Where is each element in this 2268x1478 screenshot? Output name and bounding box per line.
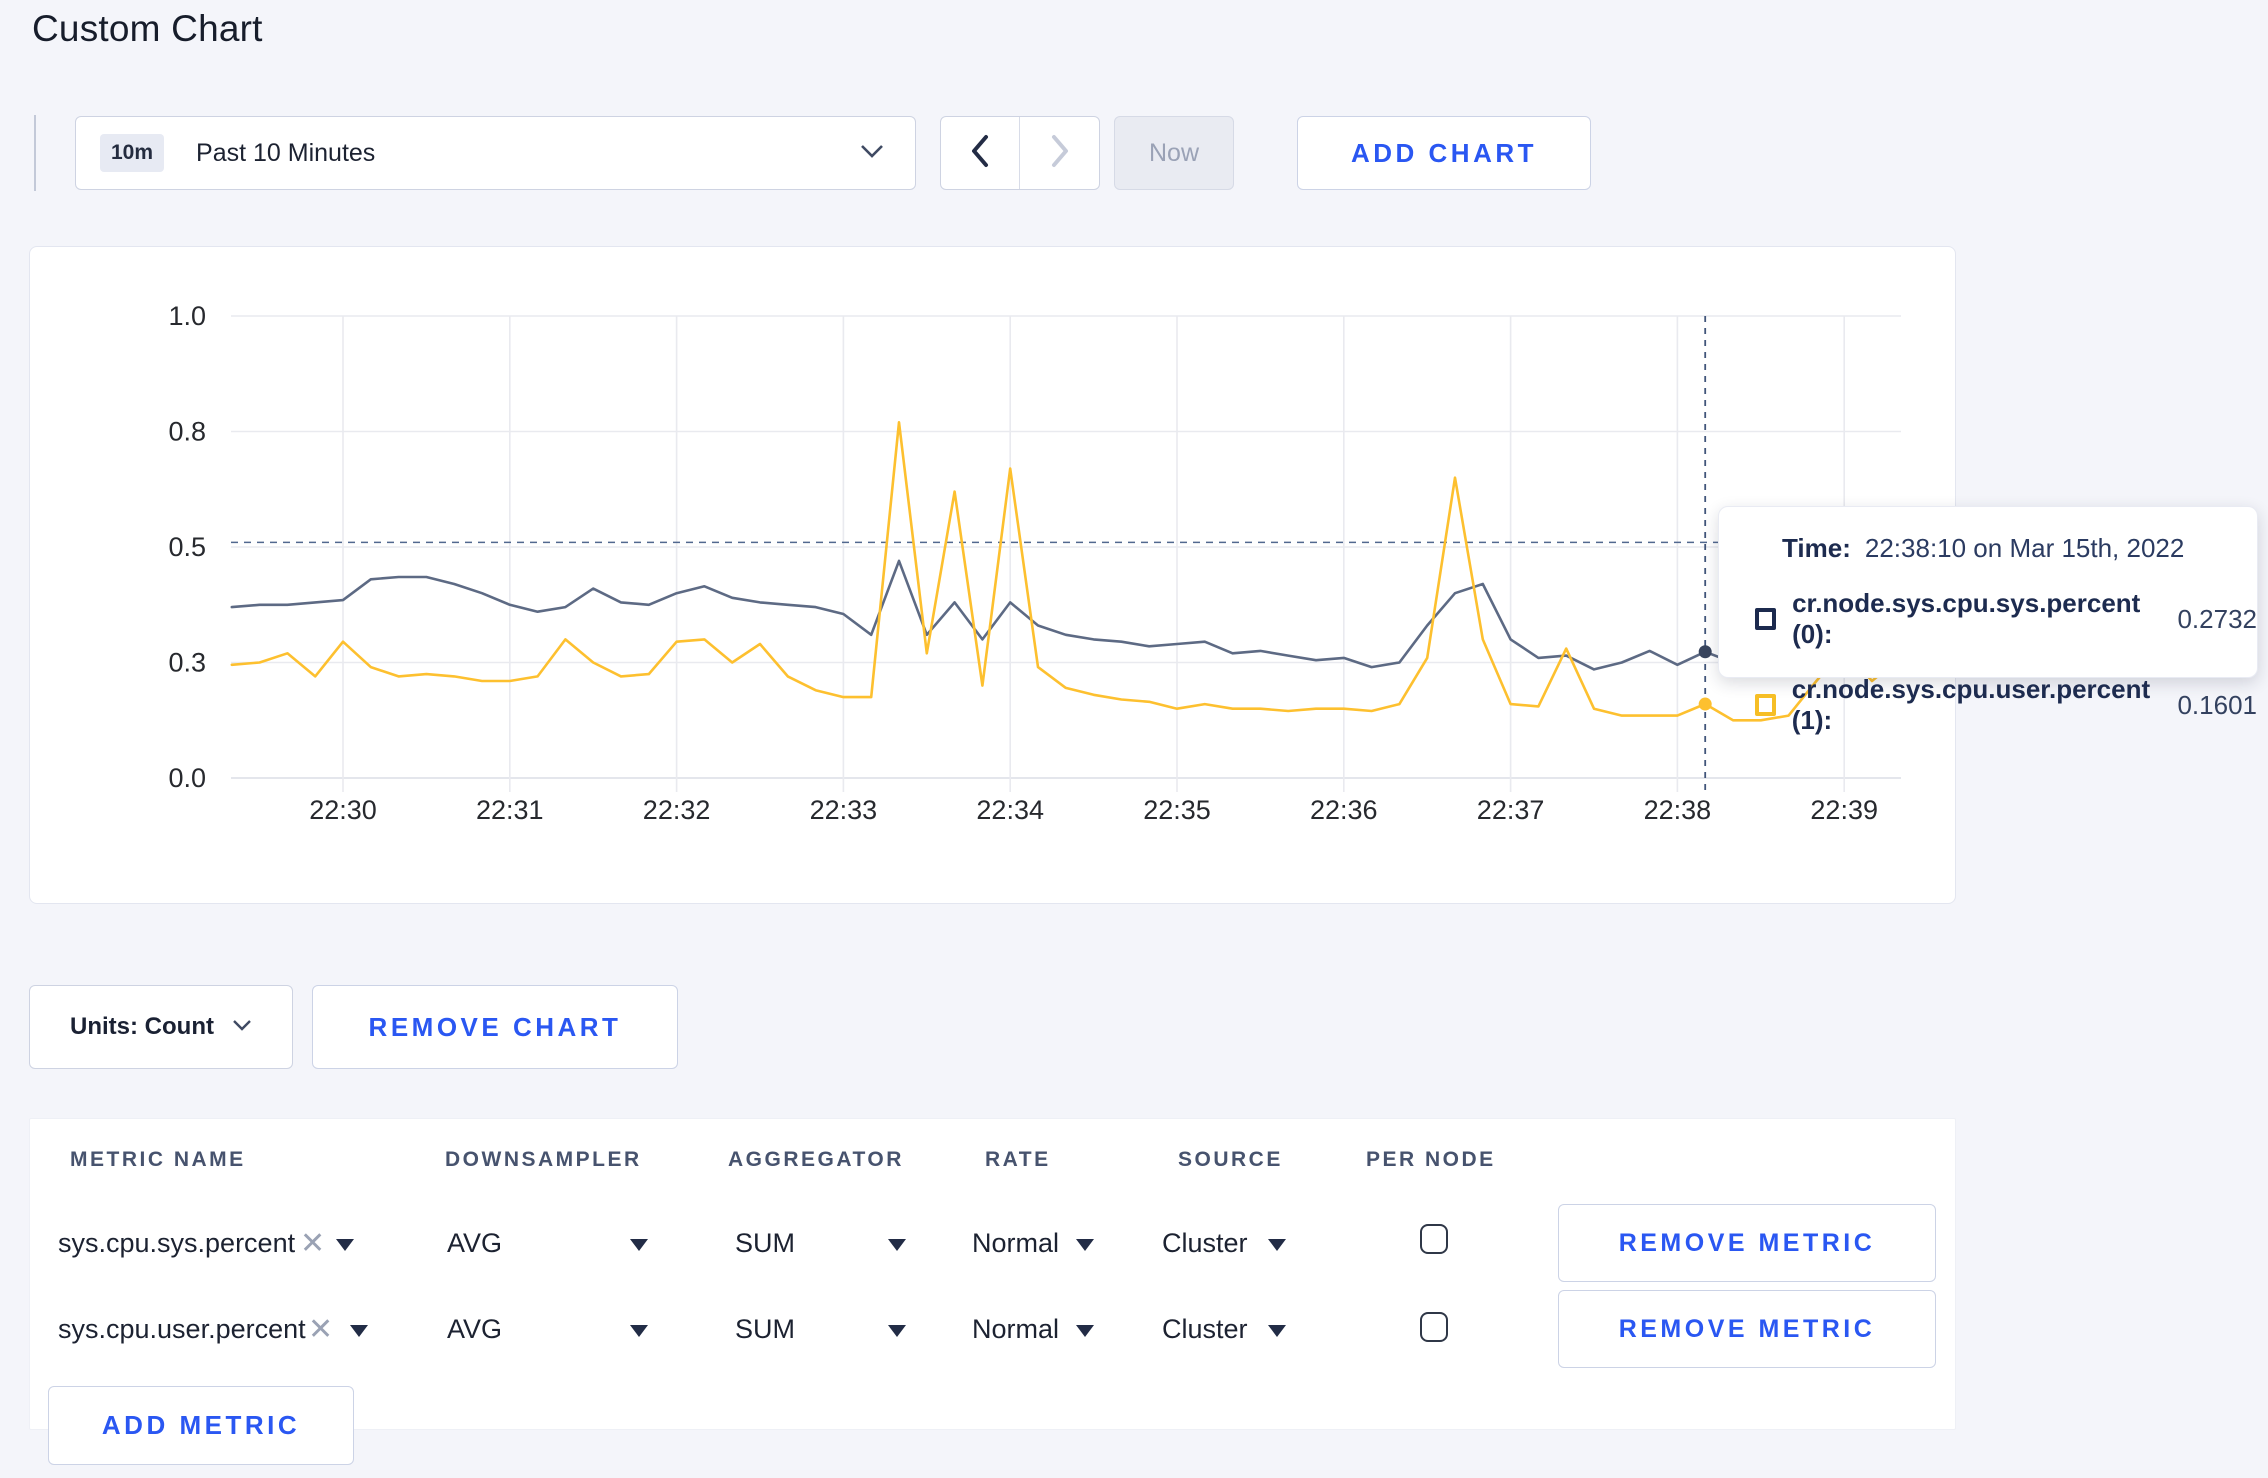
chart-hover-tooltip: Time: 22:38:10 on Mar 15th, 2022 cr.node.… [1718, 506, 2258, 735]
remove-metric-button[interactable]: REMOVE METRIC [1558, 1204, 1936, 1282]
svg-text:22:35: 22:35 [1143, 795, 1211, 825]
svg-text:0.5: 0.5 [168, 532, 206, 562]
metric-dropdown-caret-icon[interactable] [350, 1325, 368, 1337]
svg-text:22:31: 22:31 [476, 795, 544, 825]
rate-caret-icon[interactable] [1076, 1325, 1094, 1337]
time-window-dropdown[interactable]: 10m Past 10 Minutes [75, 116, 916, 190]
toolbar-left-rule [34, 115, 36, 191]
add-chart-button[interactable]: ADD CHART [1297, 116, 1591, 190]
rate-caret-icon[interactable] [1076, 1239, 1094, 1251]
page-title: Custom Chart [32, 8, 263, 49]
prev-time-button[interactable] [941, 117, 1020, 189]
svg-text:22:38: 22:38 [1644, 795, 1712, 825]
series-swatch-icon [1755, 694, 1776, 716]
svg-text:22:34: 22:34 [976, 795, 1044, 825]
chart-card: 0.0 0.3 0.5 0.8 1.0 22:30 22:31 22:32 22:33 22:34… [29, 246, 1956, 904]
time-pager [940, 116, 1100, 190]
chevron-down-icon [232, 1018, 252, 1037]
add-metric-button[interactable]: ADD METRIC [48, 1386, 354, 1465]
rate-select[interactable]: Normal [972, 1228, 1059, 1259]
aggregator-select[interactable]: SUM [735, 1314, 795, 1345]
time-window-label: Past 10 Minutes [196, 138, 376, 167]
tooltip-series-row: cr.node.sys.cpu.sys.percent (0): 0.2732 [1755, 588, 2257, 650]
remove-metric-button[interactable]: REMOVE METRIC [1558, 1290, 1936, 1368]
next-time-button[interactable] [1020, 117, 1099, 189]
svg-text:22:39: 22:39 [1810, 795, 1878, 825]
downsampler-select[interactable]: AVG [447, 1228, 502, 1259]
col-header-per-node: PER NODE [1366, 1148, 1496, 1171]
source-caret-icon[interactable] [1268, 1239, 1286, 1251]
svg-text:0.3: 0.3 [168, 648, 206, 678]
col-header-downsampler: DOWNSAMPLER [445, 1148, 642, 1171]
source-select[interactable]: Cluster [1162, 1314, 1248, 1345]
metric-name-value[interactable]: sys.cpu.sys.percent [58, 1228, 295, 1259]
now-button[interactable]: Now [1114, 116, 1234, 190]
rate-select[interactable]: Normal [972, 1314, 1059, 1345]
svg-text:22:36: 22:36 [1310, 795, 1378, 825]
aggregator-caret-icon[interactable] [888, 1325, 906, 1337]
units-label: Units: Count [70, 1013, 214, 1040]
col-header-aggregator: AGGREGATOR [728, 1148, 904, 1171]
per-node-checkbox[interactable] [1420, 1224, 1448, 1254]
svg-text:22:37: 22:37 [1477, 795, 1545, 825]
source-select[interactable]: Cluster [1162, 1228, 1248, 1259]
per-node-checkbox[interactable] [1420, 1312, 1448, 1342]
chevron-left-icon [969, 134, 991, 173]
downsampler-select[interactable]: AVG [447, 1314, 502, 1345]
clear-metric-icon[interactable]: ✕ [300, 1226, 325, 1261]
time-window-badge: 10m [100, 134, 165, 172]
svg-text:22:33: 22:33 [810, 795, 878, 825]
remove-chart-button[interactable]: REMOVE CHART [312, 985, 678, 1069]
source-caret-icon[interactable] [1268, 1325, 1286, 1337]
col-header-metric-name: METRIC NAME [70, 1148, 246, 1171]
tooltip-series-row: cr.node.sys.cpu.user.percent (1): 0.1601 [1755, 674, 2257, 736]
tooltip-time-value: 22:38:10 on Mar 15th, 2022 [1864, 533, 2185, 563]
tooltip-series-value: 0.1601 [2177, 689, 2257, 720]
tooltip-series-name: cr.node.sys.cpu.sys.percent (0): [1792, 588, 2141, 649]
svg-text:22:32: 22:32 [643, 795, 711, 825]
metric-name-value[interactable]: sys.cpu.user.percent [58, 1314, 306, 1345]
aggregator-select[interactable]: SUM [735, 1228, 795, 1259]
tooltip-time-label: Time: [1782, 533, 1851, 563]
downsampler-caret-icon[interactable] [630, 1239, 648, 1251]
svg-text:0.0: 0.0 [168, 763, 206, 793]
aggregator-caret-icon[interactable] [888, 1239, 906, 1251]
tooltip-series-value: 0.2732 [2177, 603, 2257, 634]
metric-dropdown-caret-icon[interactable] [336, 1239, 354, 1251]
svg-text:22:30: 22:30 [309, 795, 377, 825]
svg-text:1.0: 1.0 [168, 301, 206, 331]
chevron-down-icon [859, 142, 885, 165]
svg-text:0.8: 0.8 [168, 417, 206, 447]
col-header-rate: RATE [985, 1148, 1051, 1171]
series-swatch-icon [1755, 608, 1777, 630]
tooltip-series-name: cr.node.sys.cpu.user.percent (1): [1791, 674, 2151, 735]
clear-metric-icon[interactable]: ✕ [308, 1312, 333, 1347]
chevron-right-icon [1049, 134, 1071, 173]
line-chart[interactable]: 0.0 0.3 0.5 0.8 1.0 22:30 22:31 22:32 22:33 22:34… [30, 247, 1955, 903]
col-header-source: SOURCE [1178, 1148, 1283, 1171]
downsampler-caret-icon[interactable] [630, 1325, 648, 1337]
units-dropdown[interactable]: Units: Count [29, 985, 293, 1069]
